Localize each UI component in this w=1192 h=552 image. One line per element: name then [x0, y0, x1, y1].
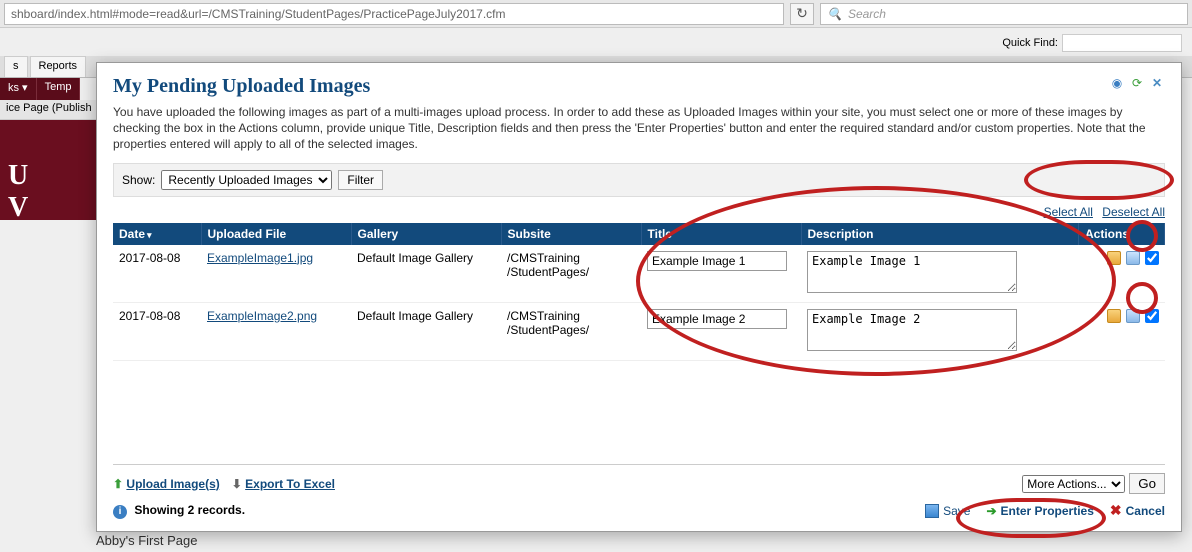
row-checkbox[interactable] [1145, 251, 1159, 265]
select-all-link[interactable]: Select All [1044, 205, 1093, 219]
show-select[interactable]: Recently Uploaded Images [161, 170, 332, 190]
search-icon: 🔍 [827, 7, 842, 21]
cell-gallery: Default Image Gallery [351, 302, 501, 360]
dialog-description: You have uploaded the following images a… [113, 104, 1165, 153]
export-icon: ⬇ [232, 477, 242, 491]
pending-images-dialog: My Pending Uploaded Images ◉ ⟳ ✕ You hav… [96, 62, 1182, 532]
cancel-button[interactable]: ✖ Cancel [1110, 502, 1165, 519]
deselect-all-link[interactable]: Deselect All [1102, 205, 1165, 219]
row-checkbox[interactable] [1145, 309, 1159, 323]
refresh-icon[interactable]: ⟳ [1129, 75, 1145, 91]
col-gallery[interactable]: Gallery [351, 223, 501, 245]
view-icon[interactable] [1126, 309, 1140, 323]
cell-date: 2017-08-08 [113, 302, 201, 360]
col-date[interactable]: Date▾ [113, 223, 201, 245]
table-row: 2017-08-08 ExampleImage1.jpg Default Ima… [113, 245, 1165, 303]
filter-button[interactable]: Filter [338, 170, 383, 190]
edit-icon[interactable] [1107, 309, 1121, 323]
tab-s[interactable]: s [4, 56, 28, 77]
view-icon[interactable] [1126, 251, 1140, 265]
record-count: Showing 2 records. [134, 503, 245, 517]
url-bar[interactable]: shboard/index.html#mode=read&url=/CMSTra… [4, 3, 784, 25]
col-actions[interactable]: Actions [1079, 223, 1165, 245]
browser-search[interactable]: 🔍 Search [820, 3, 1188, 25]
col-title[interactable]: Title [641, 223, 801, 245]
export-excel-link[interactable]: Export To Excel [245, 477, 335, 491]
darktab-1[interactable]: ks ▾ [0, 78, 37, 100]
save-button[interactable]: Save [925, 502, 970, 519]
images-table: Date▾ Uploaded File Gallery Subsite Titl… [113, 223, 1165, 361]
table-row: 2017-08-08 ExampleImage2.png Default Ima… [113, 302, 1165, 360]
more-actions-select[interactable]: More Actions... [1022, 475, 1125, 493]
cancel-icon: ✖ [1110, 502, 1122, 519]
logo-band: UV [0, 120, 96, 220]
search-placeholder: Search [848, 7, 886, 21]
description-input[interactable]: Example Image 2 [807, 309, 1017, 351]
file-link[interactable]: ExampleImage2.png [207, 309, 317, 323]
reload-button[interactable]: ↻ [790, 3, 814, 25]
info-icon: i [113, 505, 127, 519]
darktab-2[interactable]: Temp [37, 78, 81, 100]
title-input[interactable] [647, 251, 787, 271]
dialog-title: My Pending Uploaded Images [113, 75, 370, 98]
quickfind-input[interactable] [1062, 34, 1182, 52]
close-icon[interactable]: ✕ [1149, 75, 1165, 91]
cell-gallery: Default Image Gallery [351, 245, 501, 303]
description-input[interactable]: Example Image 1 [807, 251, 1017, 293]
file-link[interactable]: ExampleImage1.jpg [207, 251, 313, 265]
help-icon[interactable]: ◉ [1109, 75, 1125, 91]
bg-page-title: Abby's First Page [96, 533, 197, 548]
cell-subsite: /CMSTraining /StudentPages/ [501, 245, 641, 303]
upload-icon: ⬆ [113, 477, 123, 491]
go-button[interactable]: Go [1129, 473, 1165, 494]
arrow-right-icon: ➔ [986, 504, 996, 518]
col-subsite[interactable]: Subsite [501, 223, 641, 245]
title-input[interactable] [647, 309, 787, 329]
save-icon [925, 504, 939, 518]
cell-subsite: /CMSTraining /StudentPages/ [501, 302, 641, 360]
quickfind-label: Quick Find: [1002, 37, 1058, 49]
show-label: Show: [122, 173, 155, 187]
upload-images-link[interactable]: Upload Image(s) [126, 477, 219, 491]
col-file[interactable]: Uploaded File [201, 223, 351, 245]
enter-properties-button[interactable]: ➔ Enter Properties [986, 502, 1093, 519]
url-text: shboard/index.html#mode=read&url=/CMSTra… [11, 7, 506, 21]
tab-reports[interactable]: Reports [30, 56, 87, 77]
edit-icon[interactable] [1107, 251, 1121, 265]
cell-date: 2017-08-08 [113, 245, 201, 303]
col-description[interactable]: Description [801, 223, 1079, 245]
sort-icon: ▾ [147, 230, 152, 240]
breadcrumb: ice Page (Publish [0, 100, 98, 120]
